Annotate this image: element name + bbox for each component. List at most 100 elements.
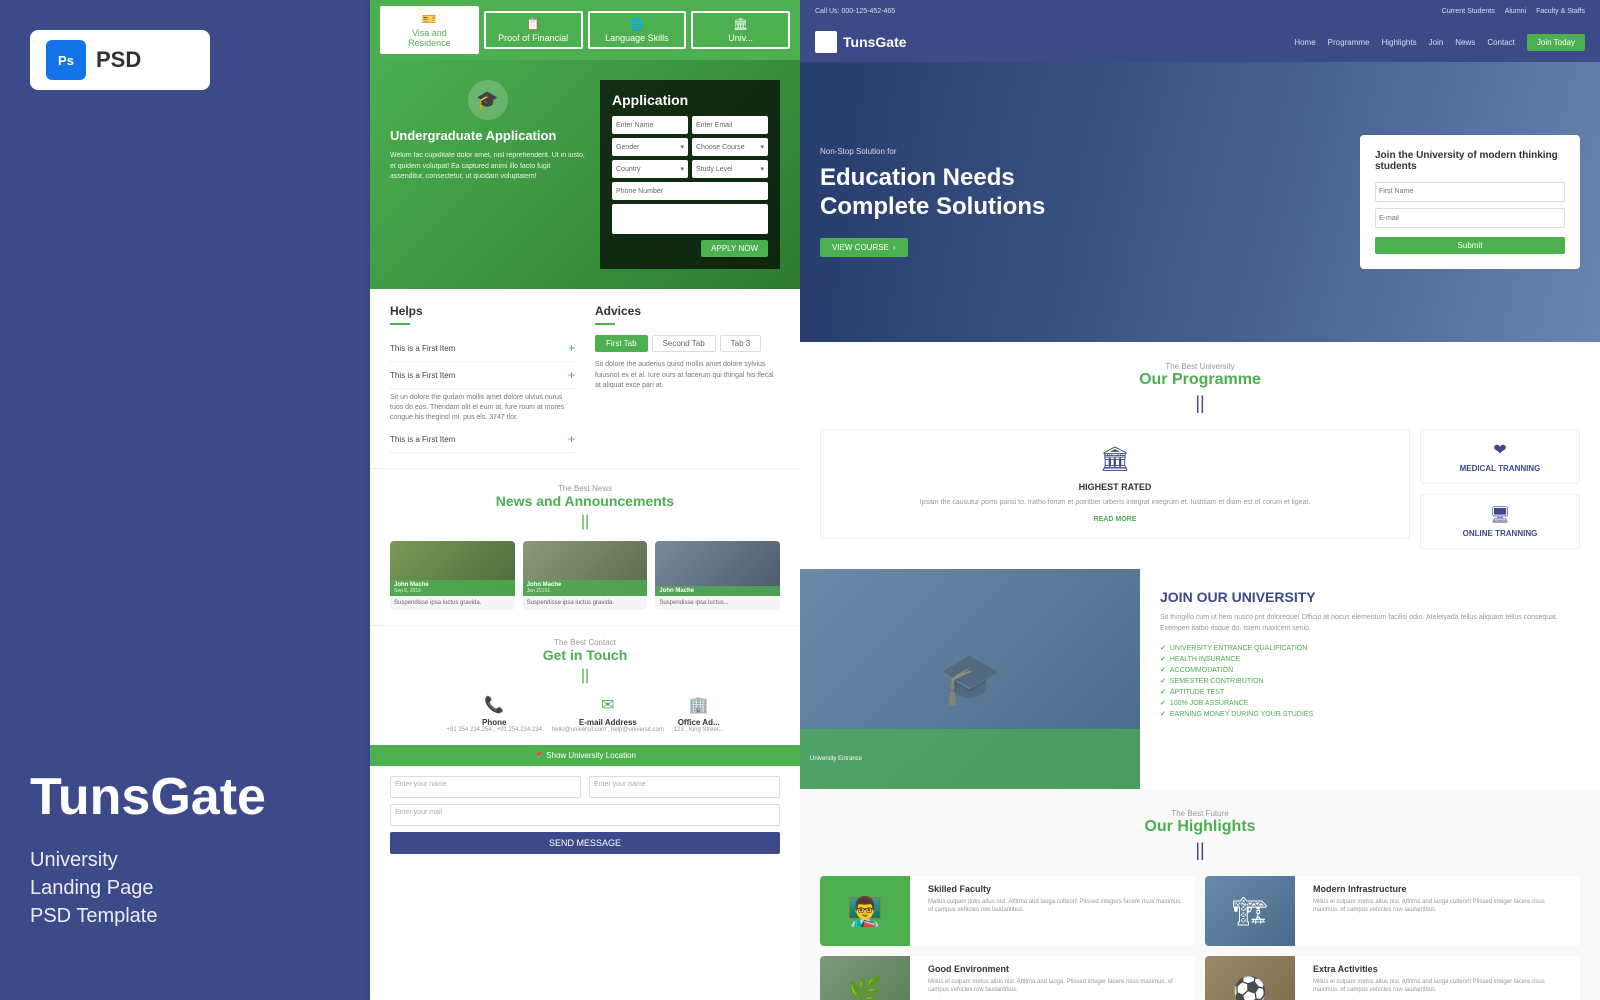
news-card-0: John Mache Sep 6, 2016 Suspendisse ipsa … <box>390 541 515 610</box>
tab-second[interactable]: Second Tab <box>652 335 716 352</box>
news-section: The Best News News and Announcements || … <box>370 468 800 625</box>
ps-icon: Ps <box>46 40 86 80</box>
form-message-textarea[interactable] <box>612 204 768 234</box>
topbar-link-1[interactable]: Alumni <box>1505 8 1526 15</box>
hl-card-text-0: Skilled Faculty Malius culpam ituks altu… <box>920 876 1195 946</box>
prog-divider: || <box>820 393 1580 414</box>
news-card-img-1: John Mache Jan 20151 <box>523 541 648 596</box>
email-icon: ✉ <box>552 695 664 715</box>
topbar-links: Current Students Alumni Faculty & Staffs <box>1442 8 1585 15</box>
advices-content: Sit dolore the auderius quisd mollis ame… <box>595 360 780 392</box>
contact-subtitle: The Best Contact <box>390 638 780 647</box>
view-course-button[interactable]: VIEW COURSE › <box>820 238 908 257</box>
news-date-0: Sep 6, 2016 <box>394 588 511 594</box>
visa-icon: 🎫 <box>390 12 469 26</box>
ps-label: PSD <box>96 47 141 73</box>
news-caption-2: Suspendisse ipsa luctus... <box>655 596 780 610</box>
nav-news[interactable]: News <box>1455 38 1475 47</box>
news-card-2: John Mache Suspendisse ipsa luctus... <box>655 541 780 610</box>
accordion-item-0[interactable]: This is a First Item + <box>390 335 575 362</box>
accordion-plus-2: + <box>568 432 575 446</box>
online-title: ONLINE TRANNING <box>1431 529 1569 538</box>
join-list-item-0: UNIVERSITY ENTRANCE QUALIFICATION <box>1160 644 1580 652</box>
helps-advices-section: Helps This is a First Item + This is a F… <box>370 289 800 468</box>
news-card-overlay-1: John Mache Jan 20151 <box>523 580 648 596</box>
contact-section: The Best Contact Get in Touch || 📞 Phone… <box>370 625 800 745</box>
news-cards: John Mache Sep 6, 2016 Suspendisse ipsa … <box>390 541 780 610</box>
hl-card-desc-3: Milius el culpam metus altus nisl. Attit… <box>1313 978 1572 995</box>
apply-now-button[interactable]: APPLY NOW <box>701 240 768 257</box>
hero-subtitle: Non-Stop Solution for <box>820 147 1360 156</box>
prog-subtitle: The Best University <box>820 362 1580 371</box>
form-gender-select[interactable]: Gender▾ <box>612 138 688 156</box>
online-icon: 🖥 <box>1431 505 1569 525</box>
join-today-button[interactable]: Join Today <box>1527 34 1585 51</box>
tab-third[interactable]: Tab 3 <box>720 335 762 352</box>
join-image: 🎓 University Entrance <box>800 569 1140 789</box>
tab-first[interactable]: First Tab <box>595 335 648 352</box>
rp-topbar: Call Us: 000-125-452-465 Current Student… <box>800 0 1600 22</box>
hl-card-text-3: Extra Activities Milius el culpam metus … <box>1305 956 1580 1000</box>
product-subtitle: University Landing Page PSD Template <box>30 846 340 930</box>
form-phone-input[interactable]: Phone Number <box>612 182 768 200</box>
graduates-illustration: 🎓 <box>939 650 1001 709</box>
helps-underline <box>390 323 410 325</box>
form-email[interactable] <box>1375 208 1565 228</box>
nav-home[interactable]: Home <box>1294 38 1315 47</box>
nav-contact[interactable]: Contact <box>1487 38 1515 47</box>
hl-card-desc-0: Malius culpam ituks altus nisl. Attitma … <box>928 898 1187 915</box>
join-list-item-6: EARNING MONEY DURING YOUR STUDIES <box>1160 710 1580 718</box>
join-list-item-4: APTITUDE TEST <box>1160 688 1580 696</box>
cf-send-button[interactable]: SEND MESSAGE <box>390 832 780 854</box>
hl-card-3: ⚽ Extra Activities Milius el culpam metu… <box>1205 956 1580 1000</box>
submit-button[interactable]: Submit <box>1375 237 1565 254</box>
form-firstname[interactable] <box>1375 182 1565 202</box>
language-icon: 🌐 <box>598 17 677 31</box>
form-name-input[interactable]: Enter Name <box>612 116 688 134</box>
nav-item-0[interactable]: 🎫 Visa and Residence <box>380 6 479 54</box>
nav-item-2[interactable]: 🌐 Language Skills <box>588 11 687 49</box>
cf-last-name[interactable]: Enter your name <box>589 776 780 798</box>
prog-readmore[interactable]: READ MORE <box>836 516 1394 523</box>
join-list-item-5: 100% JOB ASSURANCE <box>1160 699 1580 707</box>
accordion-item-2[interactable]: This is a First Item + <box>390 426 575 453</box>
topbar-link-0[interactable]: Current Students <box>1442 8 1495 15</box>
hl-card-title-2: Good Environment <box>928 964 1187 974</box>
topbar-link-2[interactable]: Faculty & Staffs <box>1536 8 1585 15</box>
accordion-plus-1: + <box>568 368 575 382</box>
prog-side-card-0[interactable]: ❤ MEDICAL TRANNING <box>1420 429 1580 484</box>
prog-main-title: HIGHEST RATED <box>836 482 1394 492</box>
nav-join[interactable]: Join <box>1429 38 1444 47</box>
hl-card-img-2: 🌿 <box>820 956 910 1000</box>
medical-icon: ❤ <box>1431 440 1569 460</box>
faculty-icon: 👨‍🏫 <box>848 895 883 928</box>
nav-item-1[interactable]: 📋 Proof of Financial <box>484 11 583 49</box>
rp-navbar: 🏛 TunsGate Home Programme Highlights Joi… <box>800 22 1600 62</box>
lp-hero-left: 🎓 Undergraduate Application Welum fac cu… <box>390 80 585 269</box>
map-bar[interactable]: 📍 Show University Location <box>370 745 800 766</box>
rp-highlights: The Best Future Our Highlights || 👨‍🏫 Sk… <box>800 789 1600 1000</box>
helps-title: Helps <box>390 304 575 318</box>
activities-icon: ⚽ <box>1233 975 1268 1000</box>
nav-highlights[interactable]: Highlights <box>1381 38 1416 47</box>
hl-card-desc-2: Milius el culpam metus altus nisl. Attit… <box>928 978 1187 995</box>
nav-item-3[interactable]: 🏛 Univ... <box>691 11 790 49</box>
accordion-item-1[interactable]: This is a First Item + <box>390 362 575 389</box>
hl-card-img-3: ⚽ <box>1205 956 1295 1000</box>
advices-title: Advices <box>595 304 780 318</box>
form-country-select[interactable]: Country▾ <box>612 160 688 178</box>
topbar-phone: Call Us: 000-125-452-465 <box>815 8 895 15</box>
news-caption-0: Suspendisse ipsa luctus gravida. <box>390 596 515 610</box>
cf-first-name[interactable]: Enter your name <box>390 776 581 798</box>
left-website-preview: 🎫 Visa and Residence 📋 Proof of Financia… <box>370 0 800 1000</box>
nav-programme[interactable]: Programme <box>1328 38 1370 47</box>
prog-side-card-1[interactable]: 🖥 ONLINE TRANNING <box>1420 494 1580 549</box>
hl-card-img-1: 🏗 <box>1205 876 1295 946</box>
left-title-block: TunsGate University Landing Page PSD Tem… <box>30 769 340 930</box>
prog-cards: 🏛 HIGHEST RATED Ipsam the causutur porro… <box>820 429 1580 549</box>
form-study-select[interactable]: Study Level▾ <box>692 160 768 178</box>
form-email-input[interactable]: Enter Email <box>692 116 768 134</box>
hl-card-title-3: Extra Activities <box>1313 964 1572 974</box>
form-course-select[interactable]: Choose Course▾ <box>692 138 768 156</box>
cf-email[interactable]: Enter your mail <box>390 804 780 826</box>
